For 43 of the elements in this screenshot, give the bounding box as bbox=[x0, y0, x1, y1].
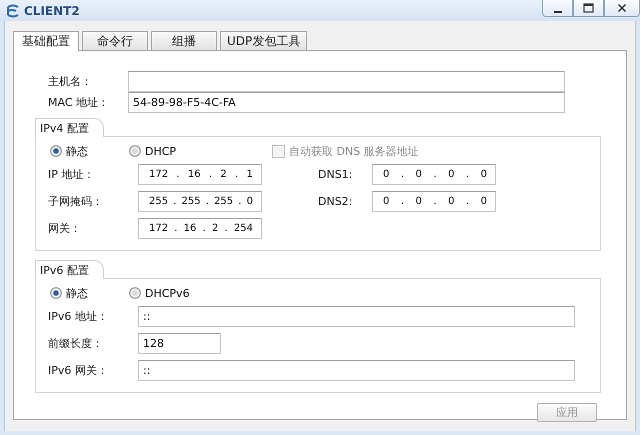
group-title: IPv4 配置 bbox=[35, 118, 104, 137]
group-title: IPv6 配置 bbox=[35, 260, 104, 279]
field-label: DNS1: bbox=[318, 168, 354, 181]
field-label: IPv6 网关： bbox=[47, 363, 109, 378]
ip-address-field[interactable]: 0 . 0 . 0 . 0 bbox=[372, 164, 496, 185]
field-label: IP 地址： bbox=[47, 167, 96, 182]
tab[interactable]: 基础配置 bbox=[13, 31, 79, 51]
radio-button[interactable] bbox=[50, 287, 62, 299]
field-label: MAC 地址： bbox=[47, 95, 110, 110]
ip-address-field[interactable]: 255 . 255 . 255 . 0 bbox=[138, 191, 262, 212]
input-field[interactable]: :: bbox=[138, 306, 575, 327]
radio-button[interactable] bbox=[50, 145, 62, 157]
field-label: 网关： bbox=[47, 221, 82, 236]
field-label: DNS2: bbox=[318, 195, 354, 208]
radio-label: 静态 bbox=[66, 286, 88, 300]
maximize-button[interactable] bbox=[573, 0, 604, 17]
radio-button[interactable] bbox=[129, 145, 141, 157]
ip-address-field[interactable]: 172 . 16 . 2 . 254 bbox=[138, 218, 262, 239]
input-field[interactable]: 54-89-98-F5-4C-FA bbox=[128, 92, 565, 113]
input-field[interactable]: :: bbox=[138, 360, 575, 381]
input-field[interactable]: 128 bbox=[138, 333, 221, 354]
window-title: CLIENT2 bbox=[24, 4, 80, 18]
radio-button[interactable] bbox=[129, 287, 141, 299]
radio-label: DHCP bbox=[145, 144, 176, 158]
checkbox-label: 自动获取 DNS 服务器地址 bbox=[289, 144, 419, 158]
ip-address-field[interactable]: 0 . 0 . 0 . 0 bbox=[372, 191, 496, 212]
minimize-button[interactable] bbox=[542, 0, 573, 17]
field-label: 子网掩码： bbox=[47, 194, 104, 209]
field-label: 前缀长度： bbox=[47, 336, 104, 351]
input-field[interactable] bbox=[128, 71, 565, 92]
tab[interactable]: 组播 bbox=[151, 31, 217, 50]
minimize-icon bbox=[554, 10, 562, 12]
radio-label: DHCPv6 bbox=[145, 286, 190, 300]
tab[interactable]: 命令行 bbox=[82, 31, 148, 50]
tab[interactable]: UDP发包工具 bbox=[220, 31, 308, 50]
radio-label: 静态 bbox=[66, 144, 88, 158]
ip-address-field[interactable]: 172 . 16 . 2 . 1 bbox=[138, 164, 262, 185]
maximize-icon bbox=[583, 3, 594, 13]
field-label: IPv6 地址： bbox=[47, 309, 109, 324]
close-icon bbox=[617, 3, 627, 13]
close-button[interactable] bbox=[604, 0, 640, 17]
field-label: 主机名： bbox=[47, 74, 93, 89]
app-logo-icon bbox=[6, 4, 20, 18]
